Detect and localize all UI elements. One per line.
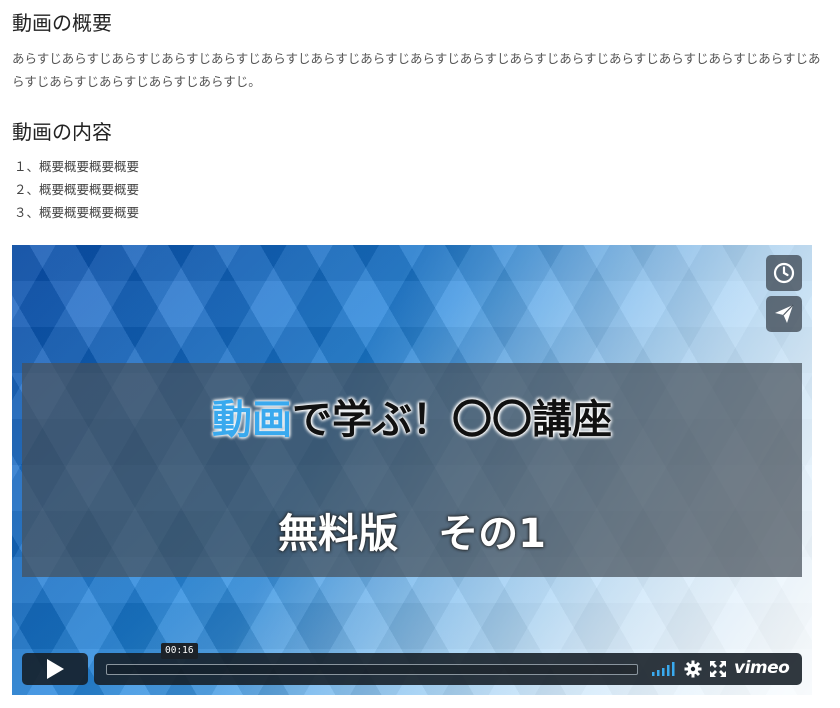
fullscreen-icon[interactable] [710, 661, 726, 677]
watch-later-button[interactable] [766, 255, 802, 291]
list-item: ２、概要概要概要概要 [14, 182, 140, 197]
summary-text: あらすじあらすじあらすじあらすじあらすじあらすじあらすじあらすじあらすじあらすじ… [12, 51, 821, 89]
content-heading: 動画の内容 [12, 120, 112, 144]
clock-icon [773, 262, 795, 284]
video-title: 動画で学ぶ！〇〇講座 [22, 387, 802, 445]
content-list: １、概要概要概要概要 ２、概要概要概要概要 ３、概要概要概要概要 [14, 155, 139, 224]
list-item: ３、概要概要概要概要 [14, 205, 140, 220]
video-title-accent: 動画 [212, 397, 292, 443]
play-button[interactable] [22, 653, 88, 685]
control-bar: 00:16 vimeo [94, 643, 802, 685]
paper-plane-icon [775, 304, 794, 323]
summary-heading: 動画の概要 [12, 11, 112, 35]
title-banner: 動画で学ぶ！〇〇講座 無料版 その1 [22, 363, 802, 577]
time-tooltip: 00:16 [161, 643, 198, 659]
video-player[interactable]: 動画で学ぶ！〇〇講座 無料版 その1 00:16 vimeo [12, 245, 812, 695]
list-item: １、概要概要概要概要 [14, 159, 140, 174]
player-controls: 00:16 vimeo [22, 643, 802, 685]
vimeo-logo[interactable]: vimeo [734, 658, 790, 678]
settings-gear-icon[interactable] [684, 660, 702, 678]
video-subtitle: 無料版 その1 [278, 511, 546, 557]
video-title-rest: で学ぶ！〇〇講座 [292, 397, 612, 443]
share-button[interactable] [766, 296, 802, 332]
play-icon [47, 659, 64, 679]
progress-bar[interactable] [106, 664, 638, 675]
volume-icon[interactable] [652, 662, 676, 676]
